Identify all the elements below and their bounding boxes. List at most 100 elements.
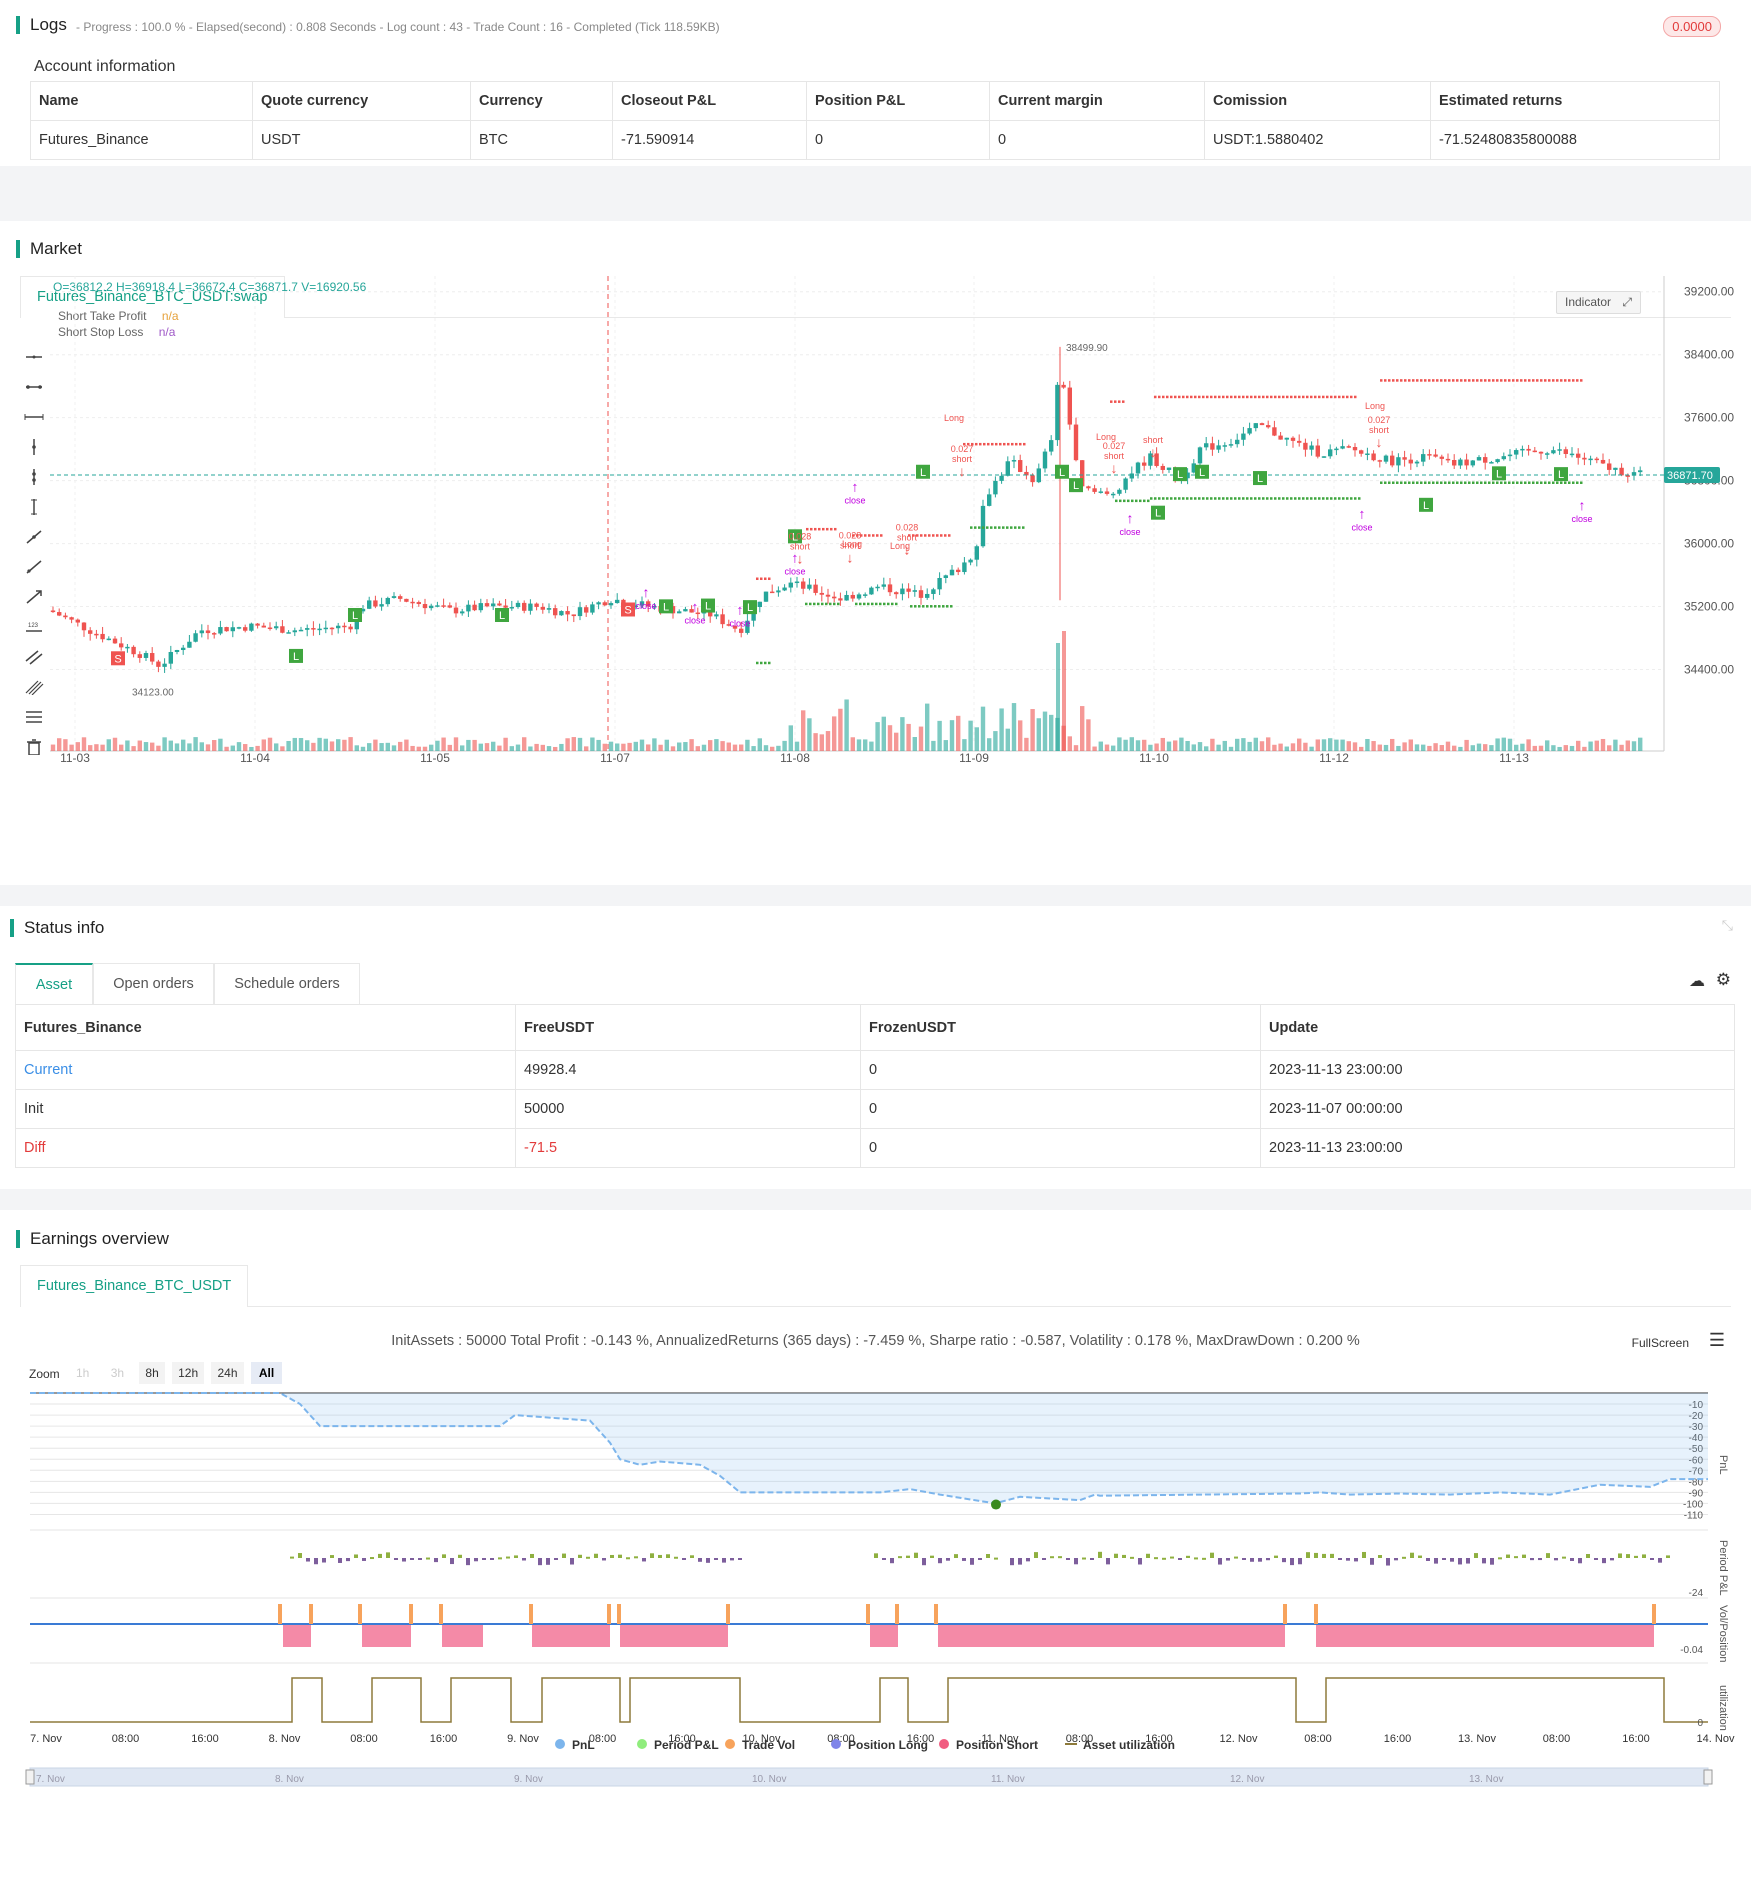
candlestick-chart[interactable]: 39200.0038400.0037600.0036800.0036000.00…	[50, 271, 1740, 871]
stop-loss-dot	[1023, 442, 1026, 446]
volume-bar	[1501, 737, 1506, 751]
take-profit-dot	[756, 661, 759, 665]
close-label: close	[1119, 527, 1140, 537]
th-comission: Comission	[1204, 81, 1431, 121]
collapse-icon[interactable]: ⤡	[1722, 917, 1733, 934]
candle-body	[249, 623, 254, 631]
parallel-channel-icon[interactable]	[24, 649, 44, 665]
period-pnl-bar	[914, 1552, 918, 1558]
candle-body	[1582, 457, 1587, 460]
volume-bar	[844, 699, 849, 751]
volume-bar	[1309, 746, 1314, 751]
period-pnl-bar	[1610, 1558, 1614, 1561]
candle-body	[348, 626, 353, 630]
fullscreen-button[interactable]: FullScreen	[1632, 1336, 1689, 1350]
th-name: Name	[30, 81, 253, 121]
download-icon[interactable]: ☁	[1689, 971, 1705, 991]
logs-badge: 0.0000	[1663, 16, 1721, 37]
stop-loss-dot	[880, 534, 883, 537]
candle-body	[565, 611, 570, 615]
volume-bar	[478, 743, 483, 751]
time-tick-label: 16:00	[1384, 1733, 1412, 1745]
volume-bar	[50, 744, 56, 751]
take-profit-dot	[938, 605, 941, 608]
price-label-icon[interactable]: 123	[24, 619, 44, 635]
th-margin: Current margin	[989, 81, 1205, 121]
candle-body	[88, 630, 93, 634]
tab-open-orders[interactable]: Open orders	[93, 963, 214, 1005]
tab-schedule-orders[interactable]: Schedule orders	[214, 963, 360, 1005]
period-pnl-bar	[346, 1558, 350, 1562]
legend-swatch	[555, 1739, 565, 1749]
volume-bar	[1427, 745, 1432, 751]
volume-bar	[627, 742, 632, 751]
candle-body	[739, 628, 744, 633]
take-profit-dot	[1242, 497, 1245, 500]
candle-body	[218, 627, 223, 634]
period-pnl-bar	[962, 1558, 966, 1561]
take-profit-dot	[1552, 481, 1555, 484]
indicator-button[interactable]: Indicator ⤢	[1556, 291, 1641, 314]
zoom-all[interactable]: All	[250, 1362, 283, 1384]
candle-body	[757, 601, 762, 608]
trend-line-icon[interactable]	[24, 529, 44, 545]
long-entry-label: L	[1257, 473, 1263, 485]
table-row: Futures_Binance USDT BTC -71.590914 0 0 …	[30, 120, 1720, 160]
cell: 0	[860, 1128, 1261, 1168]
volume-bar	[267, 737, 273, 751]
period-pnl-bar	[1570, 1558, 1574, 1561]
trash-icon[interactable]	[24, 739, 44, 755]
volume-bar	[962, 739, 967, 751]
take-profit-dot	[1404, 481, 1407, 484]
trend-segment-icon[interactable]	[24, 559, 44, 575]
vertical-segment-icon[interactable]	[24, 469, 44, 485]
take-profit-dot	[867, 602, 870, 606]
take-profit-dot	[1488, 481, 1491, 484]
crosshair-icon[interactable]	[24, 349, 44, 365]
close-arrow: ↑	[692, 598, 699, 614]
stop-loss-dot	[1310, 395, 1313, 399]
price-range-icon[interactable]	[24, 499, 44, 515]
take-profit-dot	[1119, 499, 1122, 503]
trade-vol-bar	[1283, 1604, 1287, 1624]
stop-loss-dot	[1380, 379, 1383, 382]
tab-earnings-symbol[interactable]: Futures_Binance_BTC_USDT	[20, 1265, 249, 1307]
tab-asset[interactable]: Asset	[15, 963, 93, 1005]
gear-icon[interactable]: ⚙	[1716, 970, 1731, 990]
stop-loss-dot	[1206, 395, 1209, 399]
volume-bar	[329, 741, 335, 751]
volume-bar	[466, 739, 471, 751]
volume-bar	[1104, 744, 1110, 751]
short-entry-label: S	[624, 604, 631, 616]
candle-body	[1092, 488, 1097, 492]
zoom-3h[interactable]: 3h	[105, 1362, 130, 1384]
ray-icon[interactable]	[24, 379, 44, 395]
volume-bar	[1056, 643, 1060, 751]
zoom-12h[interactable]: 12h	[172, 1362, 205, 1384]
stop-loss-dot	[1110, 400, 1113, 403]
zoom-24h[interactable]: 24h	[211, 1362, 244, 1384]
fib-retracement-icon[interactable]	[24, 709, 44, 725]
candle-body	[484, 603, 490, 607]
earnings-chart[interactable]: -10-20-30-40-50-60-70-80-90-100-110PnL-2…	[0, 1390, 1751, 1886]
take-profit-dot	[825, 602, 828, 606]
zoom-1h[interactable]: 1h	[70, 1362, 95, 1384]
take-profit-dot	[837, 602, 840, 606]
take-profit-dot	[1388, 481, 1391, 484]
th-currency: Currency	[470, 81, 613, 121]
long-entry-label: L	[499, 610, 505, 622]
arrow-line-icon[interactable]	[24, 589, 44, 605]
extended-line-icon[interactable]	[24, 409, 44, 425]
period-pnl-bar	[610, 1554, 614, 1558]
take-profit-dot	[1234, 497, 1237, 500]
volume-bar	[1346, 741, 1351, 751]
menu-icon[interactable]: ☰	[1709, 1330, 1725, 1351]
period-pnl-bar	[306, 1558, 310, 1562]
take-profit-dot	[1424, 481, 1427, 484]
stop-loss-dot	[1412, 379, 1415, 382]
zoom-8h[interactable]: 8h	[139, 1362, 165, 1384]
take-profit-dot	[942, 605, 945, 608]
pitchfork-icon[interactable]	[24, 679, 44, 695]
take-profit-dot	[1115, 499, 1118, 503]
vertical-line-icon[interactable]	[24, 439, 44, 455]
